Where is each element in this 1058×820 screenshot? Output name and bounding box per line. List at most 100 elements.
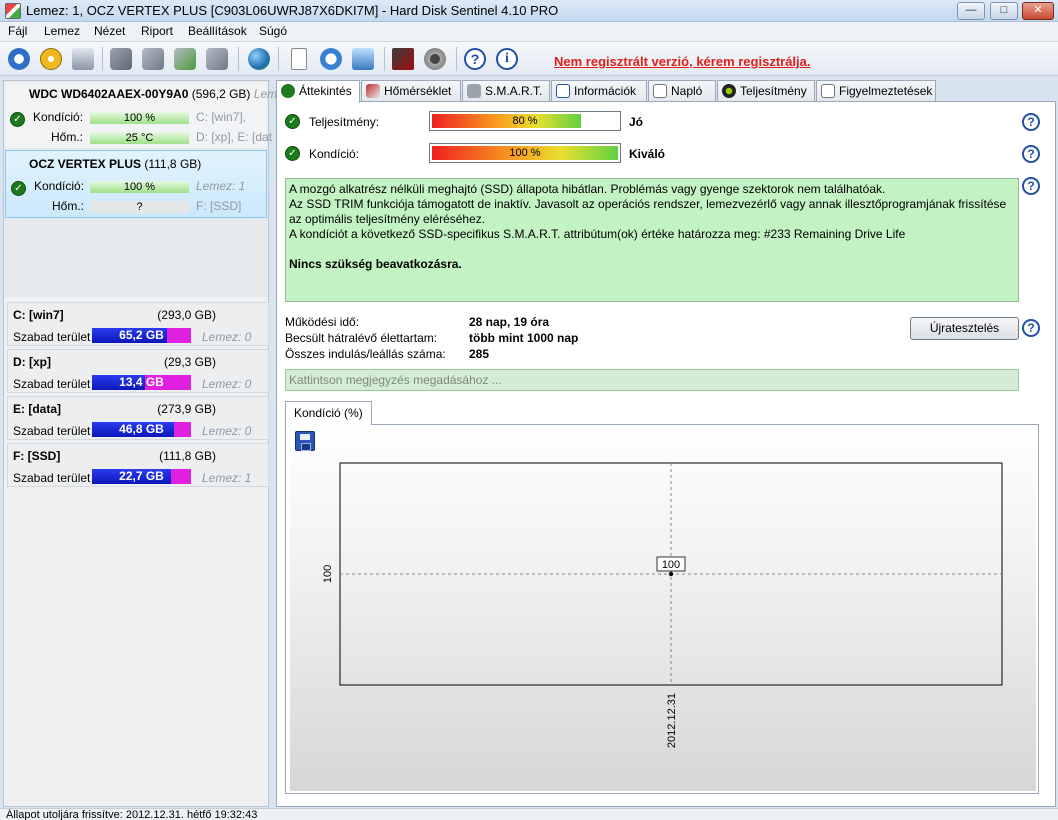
- disk-item-wdc[interactable]: WDC WD6402AAEX-00Y9A0 (596,2 GB) Lem ✓ K…: [5, 82, 277, 148]
- toolbar-separator: [278, 47, 279, 71]
- alerts-icon: [821, 84, 835, 98]
- temperature-volumes: D: [xp], E: [dat: [196, 130, 273, 144]
- condition-volumes: C: [win7],: [196, 110, 247, 124]
- menu-help[interactable]: Súgó: [259, 24, 287, 38]
- settings-icon[interactable]: [390, 46, 416, 72]
- chart-frame: 100 100 2012.12.31: [285, 424, 1039, 794]
- volume-item-d[interactable]: D: [xp] (29,3 GB) Szabad terület 13,4 GB…: [7, 349, 269, 393]
- network-icon[interactable]: [350, 46, 376, 72]
- ok-check-icon: ✓: [285, 146, 300, 161]
- volume-disk: Lemez: 1: [202, 471, 252, 485]
- condition-label: Kondíció:: [309, 147, 360, 161]
- volume-size: (111,8 GB): [159, 449, 216, 463]
- recommendation: Nincs szükség beavatkozásra.: [289, 257, 462, 271]
- usb-check-icon[interactable]: [172, 46, 198, 72]
- tab-alerts[interactable]: Figyelmeztetések: [816, 80, 936, 102]
- help-icon[interactable]: ?: [1022, 113, 1040, 131]
- condition-label: Kondíció:: [33, 110, 84, 124]
- menu-report[interactable]: Riport: [141, 24, 173, 38]
- condition-volumes: Lemez: 1: [196, 179, 246, 193]
- refresh-icon[interactable]: [6, 46, 32, 72]
- ok-check-icon: ✓: [10, 112, 25, 127]
- gauge-icon: [722, 84, 736, 98]
- free-space-bar: 65,2 GB: [92, 328, 191, 343]
- help-icon[interactable]: ?: [1022, 177, 1040, 195]
- help-icon[interactable]: ?: [462, 46, 488, 72]
- registration-link[interactable]: Nem regisztrált verzió, kérem regisztrál…: [554, 54, 811, 69]
- volume-size: (273,9 GB): [157, 402, 216, 416]
- usb-icon[interactable]: [108, 46, 134, 72]
- volume-name: C: [win7]: [13, 308, 64, 322]
- overview-panel: ✓ Teljesítmény: 80 % Jó ? ✓ Kondíció: 10…: [276, 101, 1056, 807]
- globe-icon[interactable]: [246, 46, 272, 72]
- disk-icon: [467, 84, 481, 98]
- tab-log[interactable]: Napló: [648, 80, 716, 102]
- status-bar: Állapot utoljára frissítve: 2012.12.31. …: [0, 808, 1058, 820]
- volume-size: (29,3 GB): [163, 355, 216, 369]
- tab-condition-chart[interactable]: Kondíció (%): [285, 401, 372, 425]
- title-bar: Lemez: 1, OCZ VERTEX PLUS [C903L06UWRJ87…: [0, 0, 1058, 22]
- usb-remove-icon[interactable]: [204, 46, 230, 72]
- speaker-icon[interactable]: [422, 46, 448, 72]
- data-point: [668, 571, 674, 577]
- retest-button[interactable]: Újratesztelés: [910, 317, 1019, 340]
- volume-item-f[interactable]: F: [SSD] (111,8 GB) Szabad terület 22,7 …: [7, 443, 269, 487]
- uptime-label: Működési idő:: [285, 315, 360, 329]
- lifetime-label: Becsült hátralévő élettartam:: [285, 331, 438, 345]
- disk-item-ocz[interactable]: OCZ VERTEX PLUS (111,8 GB) ✓ Kondíció: 1…: [5, 150, 267, 218]
- disk-icon[interactable]: [70, 46, 96, 72]
- free-space-bar: 13,4 GB: [92, 375, 191, 390]
- description-line: A mozgó alkatrész nélküli meghajtó (SSD)…: [289, 182, 886, 196]
- sync-icon[interactable]: [318, 46, 344, 72]
- help-icon[interactable]: ?: [1022, 319, 1040, 337]
- tab-performance[interactable]: Teljesítmény: [717, 80, 815, 102]
- volume-disk: Lemez: 0: [202, 330, 252, 344]
- tab-overview[interactable]: Áttekintés: [276, 80, 360, 103]
- condition-bar: 100 %: [90, 112, 189, 124]
- description-line: Az SSD TRIM funkciója támogatott de inak…: [289, 197, 1007, 226]
- alert-icon[interactable]: [38, 46, 64, 72]
- toolbar-separator: [456, 47, 457, 71]
- disk-name: WDC WD6402AAEX-00Y9A0 (596,2 GB) Lem: [29, 87, 278, 101]
- tab-temperature[interactable]: Hőmérséklet: [361, 80, 461, 102]
- startstop-label: Összes indulás/leállás száma:: [285, 347, 446, 361]
- toolbar: ? i Nem regisztrált verzió, kérem regisz…: [0, 42, 1058, 76]
- maximize-button[interactable]: □: [990, 2, 1018, 20]
- lifetime-value: több mint 1000 nap: [469, 331, 579, 345]
- note-input[interactable]: Kattintson megjegyzés megadásához ...: [285, 369, 1019, 391]
- temperature-volumes: F: [SSD]: [196, 199, 242, 213]
- performance-label: Teljesítmény:: [309, 115, 380, 129]
- ok-check-icon: [281, 84, 295, 98]
- minimize-button[interactable]: —: [957, 2, 985, 20]
- performance-rating: Jó: [629, 115, 644, 129]
- temperature-label: Hőm.:: [52, 199, 85, 213]
- x-tick-label: 2012.12.31: [666, 693, 678, 748]
- log-icon: [653, 84, 667, 98]
- menu-bar: Fájl Lemez Nézet Riport Beállítások Súgó: [0, 22, 1058, 42]
- volume-disk: Lemez: 0: [202, 424, 252, 438]
- window-title: Lemez: 1, OCZ VERTEX PLUS [C903L06UWRJ87…: [26, 3, 559, 18]
- disk-name: OCZ VERTEX PLUS (111,8 GB): [29, 157, 202, 171]
- menu-settings[interactable]: Beállítások: [188, 24, 247, 38]
- volume-name: E: [data]: [13, 402, 61, 416]
- volume-item-c[interactable]: C: [win7] (293,0 GB) Szabad terület 65,2…: [7, 302, 269, 346]
- ok-check-icon: ✓: [11, 181, 26, 196]
- close-button[interactable]: ✕: [1022, 2, 1054, 20]
- app-icon: [5, 3, 21, 19]
- report-icon[interactable]: [286, 46, 312, 72]
- tab-information[interactable]: Információk: [551, 80, 647, 102]
- menu-file[interactable]: Fájl: [8, 24, 27, 38]
- info-icon[interactable]: i: [494, 46, 520, 72]
- chart-area: 100 100 2012.12.31: [290, 425, 1036, 791]
- thermometer-icon: [366, 84, 380, 98]
- tab-smart[interactable]: S.M.A.R.T.: [462, 80, 550, 102]
- help-icon[interactable]: ?: [1022, 145, 1040, 163]
- free-space-bar: 46,8 GB: [92, 422, 191, 437]
- free-space-label: Szabad terület: [13, 330, 91, 344]
- usb-info-icon[interactable]: [140, 46, 166, 72]
- volume-name: F: [SSD]: [13, 449, 61, 463]
- menu-view[interactable]: Nézet: [94, 24, 125, 38]
- volume-item-e[interactable]: E: [data] (273,9 GB) Szabad terület 46,8…: [7, 396, 269, 440]
- menu-disk[interactable]: Lemez: [44, 24, 80, 38]
- disk-list-panel: WDC WD6402AAEX-00Y9A0 (596,2 GB) Lem ✓ K…: [3, 80, 277, 807]
